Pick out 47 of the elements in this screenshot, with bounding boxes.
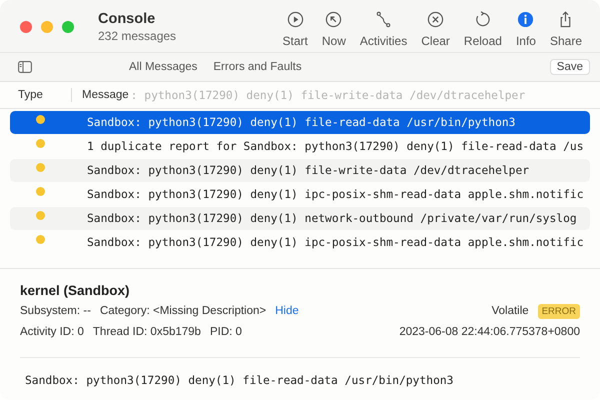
log-message: 1 duplicate report for Sandbox: python3(17290) deny(1) file-read-data /us	[87, 140, 584, 153]
zoom-button[interactable]	[62, 21, 74, 33]
message-text: Sandbox: python3(17290) deny(1) file-read-data /usr/bin/python3	[24, 374, 454, 387]
info-icon	[517, 11, 534, 28]
log-message: Sandbox: python3(17290) deny(1) ipc-posix-shm-read-data apple.shm.notific	[87, 236, 584, 249]
log-message: Sandbox: python3(17290) deny(1) ipc-posix-shm-read-data apple.shm.notific	[87, 188, 584, 201]
thread-id: Thread ID: 0x5b179b	[92, 326, 201, 338]
reload-button[interactable]: Reload	[456, 11, 509, 48]
clear-button[interactable]: Clear	[414, 11, 457, 48]
message-count: 232 messages	[98, 29, 176, 43]
error-badge: ERROR	[538, 304, 580, 318]
activities-icon	[375, 11, 392, 28]
clear-icon	[427, 11, 444, 28]
sidebar-icon[interactable]	[18, 61, 32, 73]
log-row[interactable]: Sandbox: python3(17290) deny(1) ipc-posix-shm-read-data apple.shm.notific	[10, 231, 590, 254]
log-row[interactable]: Sandbox: python3(17290) deny(1) network-outbound /private/var/run/syslog	[10, 207, 590, 230]
filter-tab[interactable]: All Messages	[129, 61, 198, 73]
hide-link[interactable]: Hide	[275, 305, 299, 317]
window-title: Console	[98, 11, 156, 27]
start-button[interactable]: Start	[276, 11, 315, 48]
activities-button[interactable]: Activities	[352, 11, 414, 48]
log-message: Sandbox: python3(17290) deny(1) network-outbound /private/var/run/syslog	[87, 212, 577, 225]
volatile-label: Volatile	[492, 305, 529, 317]
filter-tab[interactable]: Errors and Faults	[213, 61, 302, 73]
activity-id: Activity ID: 0	[20, 326, 84, 338]
start-icon	[286, 11, 304, 28]
log-message: Sandbox: python3(17290) deny(1) file-write-data /dev/dtracehelper	[87, 164, 530, 177]
close-button[interactable]	[20, 21, 32, 33]
log-message: Sandbox: python3(17290) deny(1) file-read-data /usr/bin/python3	[87, 116, 516, 129]
scrolled-row-text: : python3(17290) deny(1) file-write-data /dev/dtracehelper	[130, 88, 526, 102]
log-row[interactable]: Sandbox: python3(17290) deny(1) ipc-posix-shm-read-data apple.shm.notific	[10, 183, 590, 206]
reload-icon	[474, 11, 492, 28]
share-button[interactable]: Share	[542, 11, 589, 48]
minimize-button[interactable]	[41, 21, 53, 33]
subsystem-label: Subsystem: --	[20, 305, 91, 317]
now-button[interactable]: Now	[314, 11, 353, 48]
process-title: kernel (Sandbox)	[20, 283, 131, 298]
log-row[interactable]: 1 duplicate report for Sandbox: python3(17290) deny(1) file-read-data /us	[10, 135, 590, 158]
log-row[interactable]: Sandbox: python3(17290) deny(1) file-write-data /dev/dtracehelper	[10, 159, 590, 182]
save-button[interactable]: Save	[550, 59, 590, 75]
column-header[interactable]: Message	[82, 89, 129, 101]
info-button[interactable]: Info	[508, 11, 543, 48]
category-label: Category: <Missing Description>	[100, 305, 266, 317]
timestamp: 2023-06-08 22:44:06.775378+0800	[399, 326, 580, 338]
log-row[interactable]: Sandbox: python3(17290) deny(1) file-read-data /usr/bin/python3	[10, 111, 590, 134]
now-icon	[325, 11, 342, 28]
pid-label: PID: 0	[210, 326, 242, 338]
